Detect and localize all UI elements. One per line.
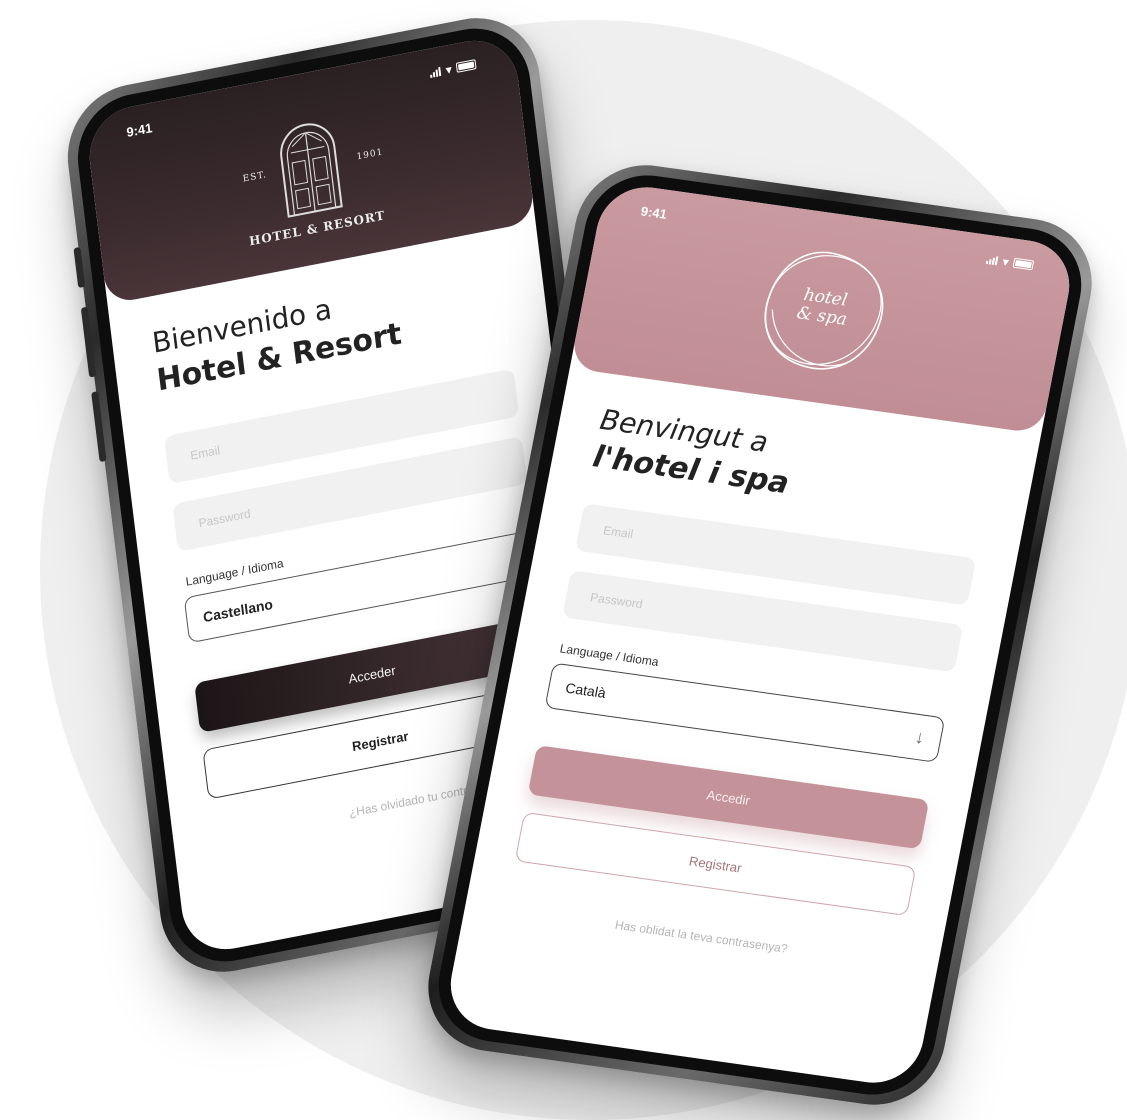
header-banner: 9:41 ▾ EST. 1901 HOTEL & RESORT: [84, 32, 536, 305]
header-banner: 9:41 ▾ hotel & spa: [569, 181, 1078, 435]
battery-icon: [455, 59, 477, 73]
spa-logo: hotel & spa: [740, 234, 905, 391]
battery-icon: [1012, 257, 1035, 271]
signal-icon: [430, 66, 442, 78]
language-value: Castellano: [202, 595, 274, 626]
wifi-icon: ▾: [445, 63, 453, 77]
status-time: 9:41: [125, 119, 153, 140]
mute-switch: [73, 246, 86, 289]
signal-icon: [986, 254, 999, 266]
door-logo-icon: [280, 123, 343, 218]
wifi-icon: ▾: [1001, 255, 1010, 269]
language-value: Català: [564, 679, 608, 701]
logo-est-left: EST.: [242, 170, 268, 185]
status-time: 9:41: [639, 202, 669, 222]
welcome-heading: Benvingut a l'hotel i spa: [590, 403, 799, 501]
language-select[interactable]: Català ↓: [544, 662, 946, 763]
logo-est-right: 1901: [356, 147, 384, 163]
arrow-down-icon: ↓: [913, 726, 927, 748]
welcome-heading: Bienvenido a Hotel & Resort: [150, 280, 403, 398]
